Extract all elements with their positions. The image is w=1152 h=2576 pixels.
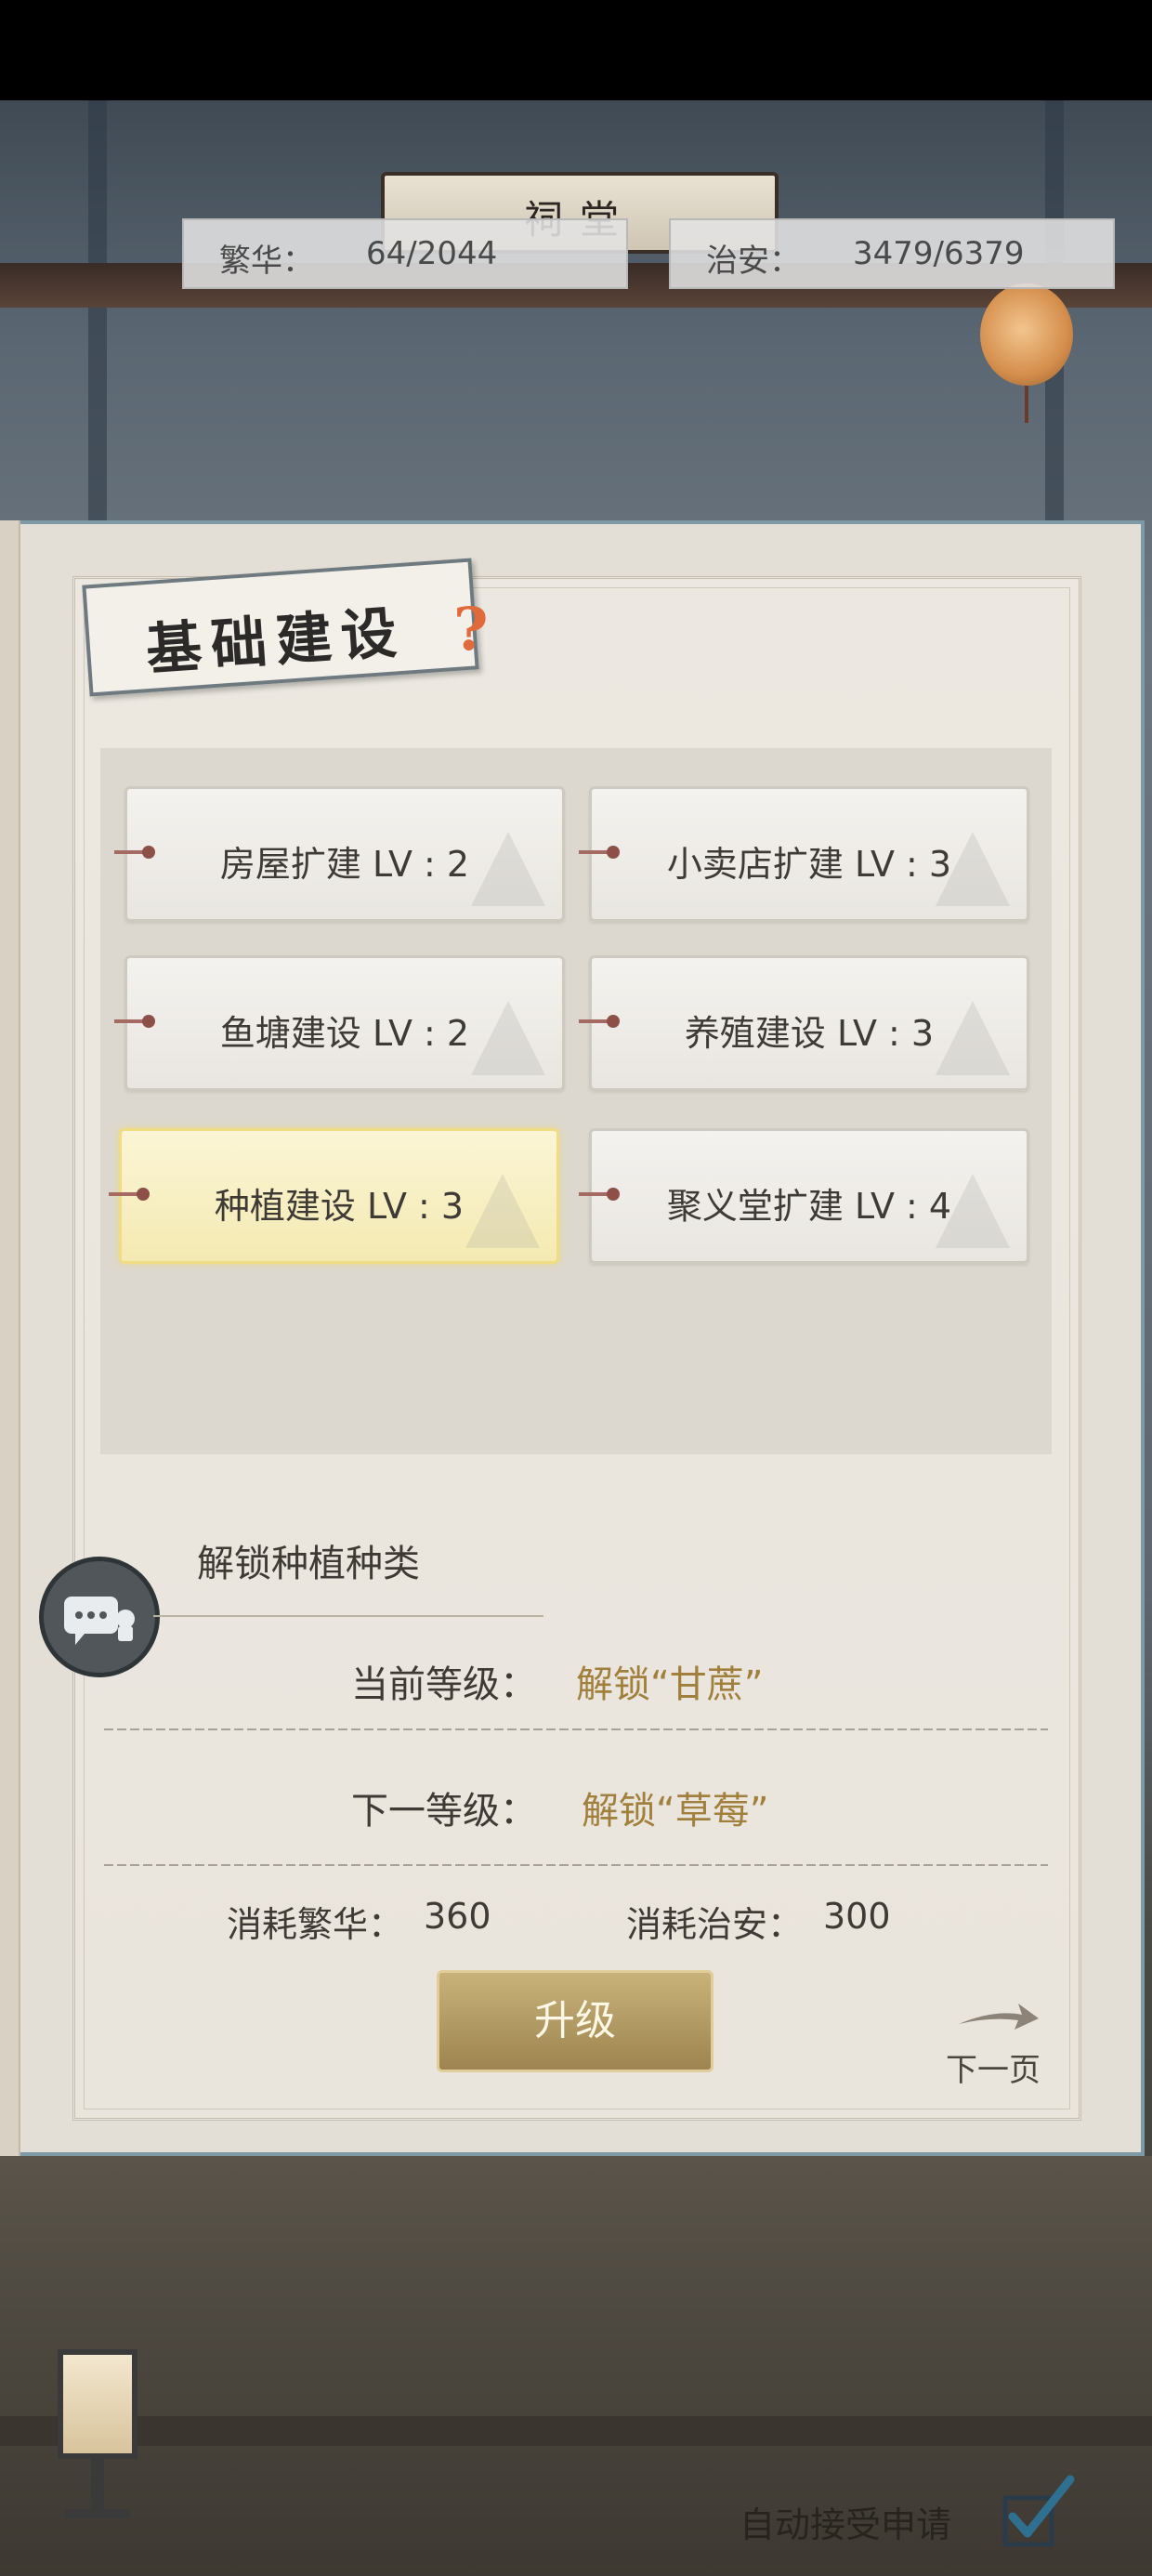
question-mark-icon[interactable]: ? [453, 595, 491, 664]
auto-accept-label: 自动接受申请 [740, 2504, 952, 2545]
lantern-cord [1025, 386, 1028, 423]
cost-security-value: 300 [823, 1896, 891, 1937]
lantern-icon [980, 283, 1073, 386]
auto-accept-checkbox[interactable] [1000, 2472, 1076, 2548]
lamp-base [65, 2509, 130, 2518]
building-label: 聚义堂扩建 LV : 4 [666, 1186, 952, 1227]
building-label: 种植建设 LV : 3 [214, 1186, 465, 1227]
lamp-icon [58, 2349, 137, 2459]
building-card-house[interactable]: 房屋扩建 LV : 2 [114, 786, 565, 922]
current-level-value: 解锁“甘蔗” [576, 1663, 764, 1706]
next-page-arrow-icon[interactable] [957, 2000, 1041, 2037]
row-divider [104, 1864, 1048, 1866]
building-label: 房屋扩建 LV : 2 [219, 844, 470, 885]
building-description: 解锁种植种类 [197, 1543, 420, 1585]
building-label: 小卖店扩建 LV : 3 [666, 844, 952, 885]
building-card-planting[interactable]: 种植建设 LV : 3 [109, 1128, 559, 1264]
next-level-value: 解锁“草莓” [582, 1790, 769, 1833]
upgrade-button[interactable]: 升级 [437, 1970, 713, 2072]
chat-icon[interactable] [39, 1557, 160, 1677]
prosperity-value: 64/2044 [366, 235, 498, 272]
prosperity-stat: 繁华： 64/2044 [182, 218, 628, 289]
lamp-stand [91, 2459, 104, 2515]
security-label: 治安： [706, 243, 801, 280]
building-label: 鱼塘建设 LV : 2 [219, 1013, 470, 1054]
current-level-label: 当前等级： [351, 1663, 537, 1706]
cost-security-label: 消耗治安： [626, 1904, 804, 1945]
cost-prosperity-value: 360 [424, 1896, 491, 1937]
building-card-breeding[interactable]: 养殖建设 LV : 3 [579, 955, 1029, 1091]
security-value: 3479/6379 [853, 235, 1025, 272]
building-card-shop[interactable]: 小卖店扩建 LV : 3 [579, 786, 1029, 922]
next-page-link[interactable]: 下一页 [946, 2044, 1041, 2090]
row-divider [104, 1728, 1048, 1730]
floor-line [0, 2416, 1152, 2446]
prosperity-label: 繁华： [219, 243, 314, 280]
building-card-fishpond[interactable]: 鱼塘建设 LV : 2 [114, 955, 565, 1091]
next-level-label: 下一等级： [351, 1790, 537, 1833]
building-card-hall[interactable]: 聚义堂扩建 LV : 4 [579, 1128, 1029, 1264]
panel-title: 基础建设 [143, 599, 409, 684]
description-divider [153, 1615, 543, 1617]
building-label: 养殖建设 LV : 3 [684, 1013, 935, 1054]
cost-prosperity-label: 消耗繁华： [227, 1904, 404, 1945]
floor [0, 2156, 1152, 2576]
security-stat: 治安： 3479/6379 [669, 218, 1115, 289]
curtain-left [88, 100, 107, 546]
panel-spine [0, 520, 20, 2156]
